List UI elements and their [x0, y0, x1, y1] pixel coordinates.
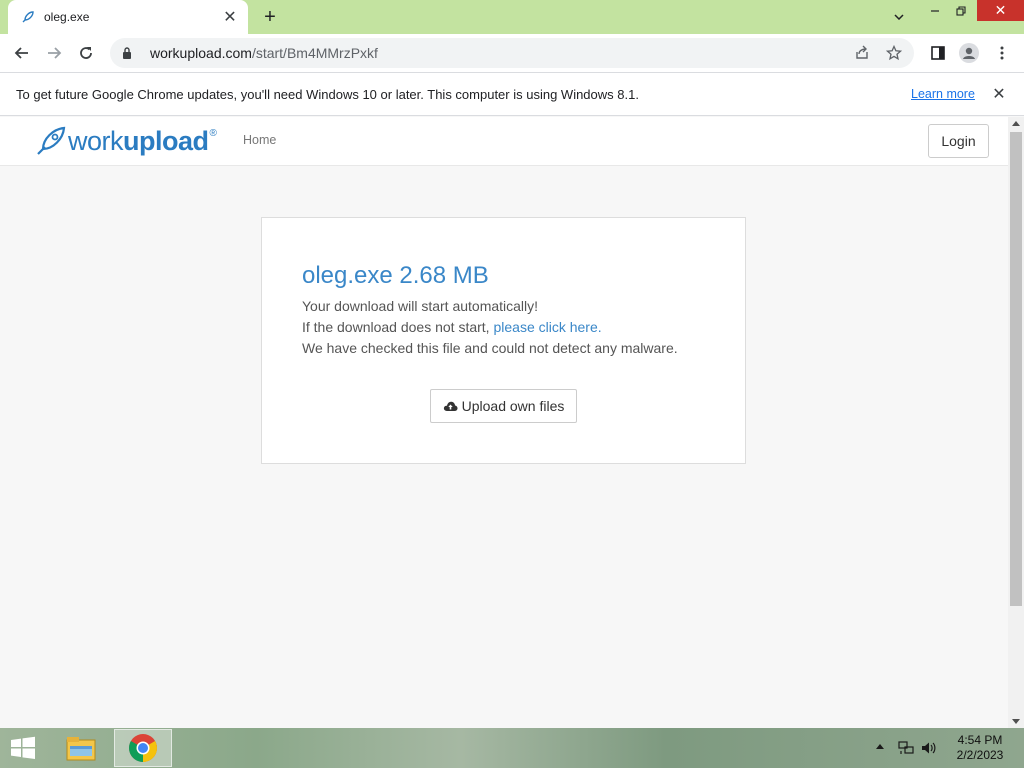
system-clock[interactable]: 4:54 PM 2/2/2023	[950, 733, 1010, 763]
page-scrollbar[interactable]	[1008, 117, 1024, 728]
close-icon[interactable]: ✕	[977, 0, 1024, 21]
profile-avatar-icon[interactable]	[957, 41, 981, 65]
minimize-icon[interactable]	[924, 0, 946, 22]
file-title: oleg.exe 2.68 MB	[302, 262, 489, 289]
scroll-up-arrow-icon[interactable]	[1012, 121, 1020, 126]
manual-download-link[interactable]: please click here.	[493, 319, 601, 335]
restore-icon[interactable]	[950, 0, 972, 22]
clock-date: 2/2/2023	[956, 748, 1004, 762]
windows-taskbar: 4:54 PM 2/2/2023	[0, 728, 1024, 768]
windows-start-icon[interactable]	[8, 736, 38, 760]
back-arrow-icon[interactable]	[10, 41, 34, 65]
new-tab-button[interactable]: +	[259, 6, 281, 28]
network-icon[interactable]	[898, 740, 914, 756]
update-infobar: To get future Google Chrome updates, you…	[0, 72, 1024, 116]
forward-arrow-icon[interactable]	[42, 41, 66, 65]
show-hidden-icons-icon[interactable]	[876, 744, 884, 749]
download-card: oleg.exe 2.68 MB Your download will star…	[261, 217, 746, 464]
url-text[interactable]: workupload.com/start/Bm4MMrzPxkf	[150, 45, 850, 61]
rocket-logo-icon	[37, 126, 66, 155]
reload-icon[interactable]	[74, 41, 98, 65]
infobar-message: To get future Google Chrome updates, you…	[16, 86, 639, 102]
cloud-upload-icon	[443, 400, 458, 412]
site-header: workupload ® Home Login	[0, 117, 1008, 166]
workupload-logo[interactable]: workupload ®	[34, 124, 217, 158]
lock-icon[interactable]	[120, 46, 134, 60]
clock-time: 4:54 PM	[957, 733, 1003, 747]
tab-search-icon[interactable]	[888, 6, 910, 28]
learn-more-link[interactable]: Learn more	[911, 87, 975, 101]
file-explorer-icon[interactable]	[52, 729, 110, 767]
registered-mark: ®	[209, 127, 217, 139]
tab-strip: oleg.exe ✕ + ✕	[0, 0, 1024, 34]
scrollbar-thumb[interactable]	[1010, 132, 1022, 606]
chrome-icon[interactable]	[114, 729, 172, 767]
tab-title: oleg.exe	[44, 10, 90, 24]
volume-icon[interactable]	[921, 740, 937, 756]
side-panel-icon[interactable]	[926, 41, 950, 65]
more-menu-icon[interactable]	[990, 41, 1014, 65]
nav-home-link[interactable]: Home	[243, 133, 276, 147]
login-button[interactable]: Login	[928, 124, 989, 158]
tab-close-icon[interactable]: ✕	[222, 9, 238, 26]
address-bar[interactable]: workupload.com/start/Bm4MMrzPxkf	[110, 38, 914, 68]
rocket-icon	[20, 9, 36, 25]
infobar-close-icon[interactable]: ✕	[990, 85, 1008, 103]
page-viewport: workupload ® Home Login oleg.exe 2.68 MB…	[0, 117, 1008, 728]
upload-own-files-button[interactable]: Upload own files	[430, 389, 577, 423]
share-icon[interactable]	[850, 41, 874, 65]
logo-text: workupload	[68, 125, 209, 156]
manual-download-text: If the download does not start, please c…	[302, 319, 602, 335]
browser-toolbar: workupload.com/start/Bm4MMrzPxkf	[0, 34, 1024, 72]
auto-download-text: Your download will start automatically!	[302, 298, 539, 314]
bookmark-star-icon[interactable]	[882, 41, 906, 65]
malware-check-text: We have checked this file and could not …	[302, 340, 678, 356]
tab-active[interactable]: oleg.exe ✕	[8, 0, 248, 34]
scroll-down-arrow-icon[interactable]	[1012, 719, 1020, 724]
